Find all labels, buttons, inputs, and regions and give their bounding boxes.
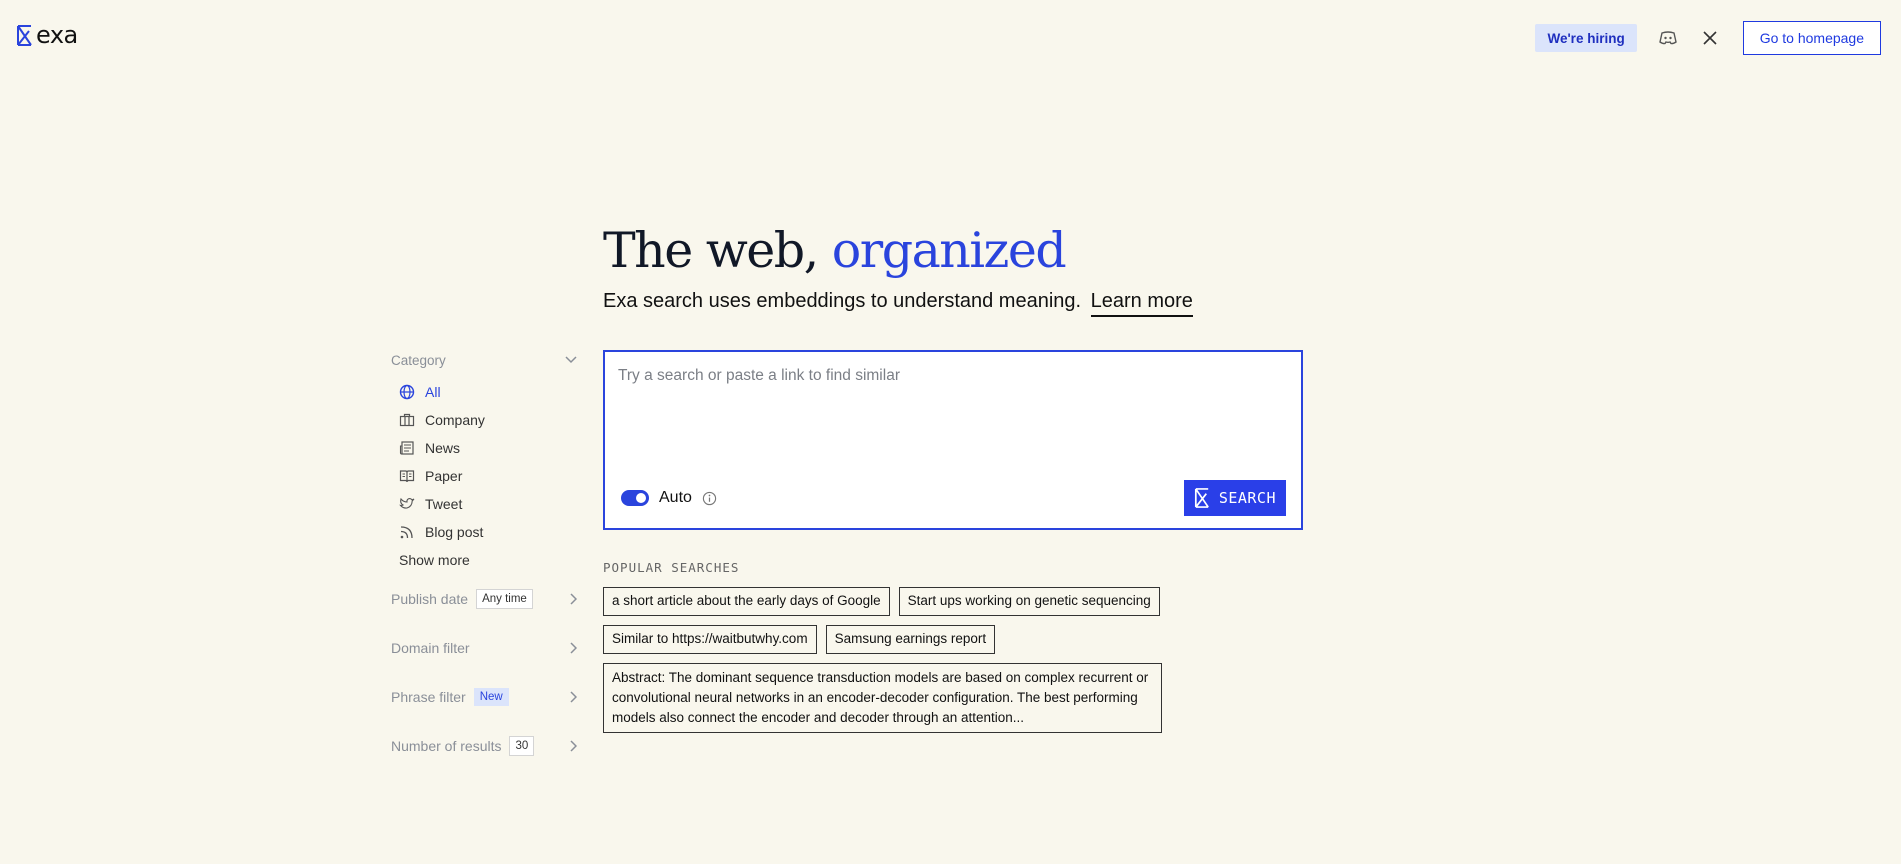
category-header[interactable]: Category	[391, 352, 577, 368]
hiring-button[interactable]: We're hiring	[1535, 24, 1637, 52]
show-more-link[interactable]: Show more	[391, 546, 577, 574]
category-label: Category	[391, 352, 446, 368]
exa-logo[interactable]: exa	[17, 21, 78, 49]
page-title: The web, organized	[603, 222, 1067, 279]
number-of-results-value: 30	[509, 735, 535, 756]
briefcase-icon	[399, 413, 415, 427]
category-list: All Company News Paper Tweet Blog post S…	[391, 378, 577, 574]
category-label-company: Company	[425, 412, 485, 428]
title-plain: The web,	[603, 222, 832, 279]
rss-icon	[400, 526, 413, 539]
domain-filter-label: Domain filter	[391, 639, 470, 656]
category-news[interactable]: News	[391, 434, 577, 462]
auto-toggle[interactable]	[621, 490, 649, 506]
phrase-filter[interactable]: Phrase filter New	[391, 672, 577, 721]
popular-searches: POPULAR SEARCHES a short article about t…	[603, 560, 1303, 742]
popular-search-chip[interactable]: Samsung earnings report	[825, 624, 996, 654]
publish-date-value: Any time	[476, 588, 533, 609]
number-of-results-label: Number of results	[391, 737, 502, 754]
category-label-news: News	[425, 440, 461, 456]
category-paper[interactable]: Paper	[391, 462, 577, 490]
chevron-right-icon	[570, 592, 577, 605]
category-all[interactable]: All	[391, 378, 577, 406]
chevron-right-icon	[570, 641, 577, 654]
number-of-results-filter[interactable]: Number of results 30	[391, 721, 577, 770]
search-input[interactable]	[605, 352, 1301, 462]
search-button-label: SEARCH	[1218, 489, 1276, 507]
category-label-tweet: Tweet	[425, 496, 463, 512]
domain-filter[interactable]: Domain filter	[391, 623, 577, 672]
learn-more-link[interactable]: Learn more	[1090, 290, 1193, 317]
search-button[interactable]: SEARCH	[1183, 480, 1286, 516]
filters-sidebar: Category All Company News Paper Tweet Bl…	[391, 352, 577, 770]
exa-logo-icon	[1194, 488, 1209, 508]
chevron-right-icon	[570, 690, 577, 703]
popular-search-chip[interactable]: a short article about the early days of …	[603, 587, 890, 616]
category-label-blog-post: Blog post	[425, 524, 484, 540]
chevron-down-icon	[565, 356, 577, 364]
newspaper-icon	[399, 441, 414, 455]
popular-searches-title: POPULAR SEARCHES	[603, 560, 740, 575]
popular-search-chip[interactable]: Similar to https://waitbutwhy.com	[603, 624, 817, 654]
subtitle-text: Exa search uses embeddings to understand…	[603, 290, 1082, 312]
new-badge: New	[473, 687, 509, 706]
publish-date-filter[interactable]: Publish date Any time	[391, 574, 577, 623]
auto-label: Auto	[659, 489, 692, 506]
category-label-all: All	[425, 384, 441, 400]
phrase-filter-label: Phrase filter	[391, 688, 466, 705]
search-box: Auto SEARCH	[603, 350, 1303, 530]
header-actions: We're hiring Go to homepage	[1535, 21, 1881, 55]
auto-toggle-group: Auto	[621, 489, 717, 507]
discord-icon[interactable]	[1657, 27, 1679, 49]
category-tweet[interactable]: Tweet	[391, 490, 577, 518]
globe-icon	[399, 384, 415, 400]
x-icon[interactable]	[1699, 27, 1721, 49]
category-label-paper: Paper	[425, 468, 463, 484]
publish-date-label: Publish date	[391, 590, 469, 607]
go-to-homepage-button[interactable]: Go to homepage	[1742, 21, 1881, 55]
twitter-icon	[399, 497, 415, 509]
popular-search-chip[interactable]: Start ups working on genetic sequencing	[898, 587, 1160, 616]
book-icon	[399, 470, 415, 483]
popular-search-chip[interactable]: Abstract: The dominant sequence transduc…	[603, 662, 1162, 733]
category-blog-post[interactable]: Blog post	[391, 518, 577, 546]
title-accent: organized	[831, 222, 1067, 279]
logo-text: exa	[36, 21, 78, 49]
info-icon[interactable]	[702, 491, 717, 506]
category-company[interactable]: Company	[391, 406, 577, 434]
page-subtitle: Exa search uses embeddings to understand…	[603, 290, 1193, 317]
exa-logo-icon	[17, 24, 32, 46]
chevron-right-icon	[570, 739, 577, 752]
